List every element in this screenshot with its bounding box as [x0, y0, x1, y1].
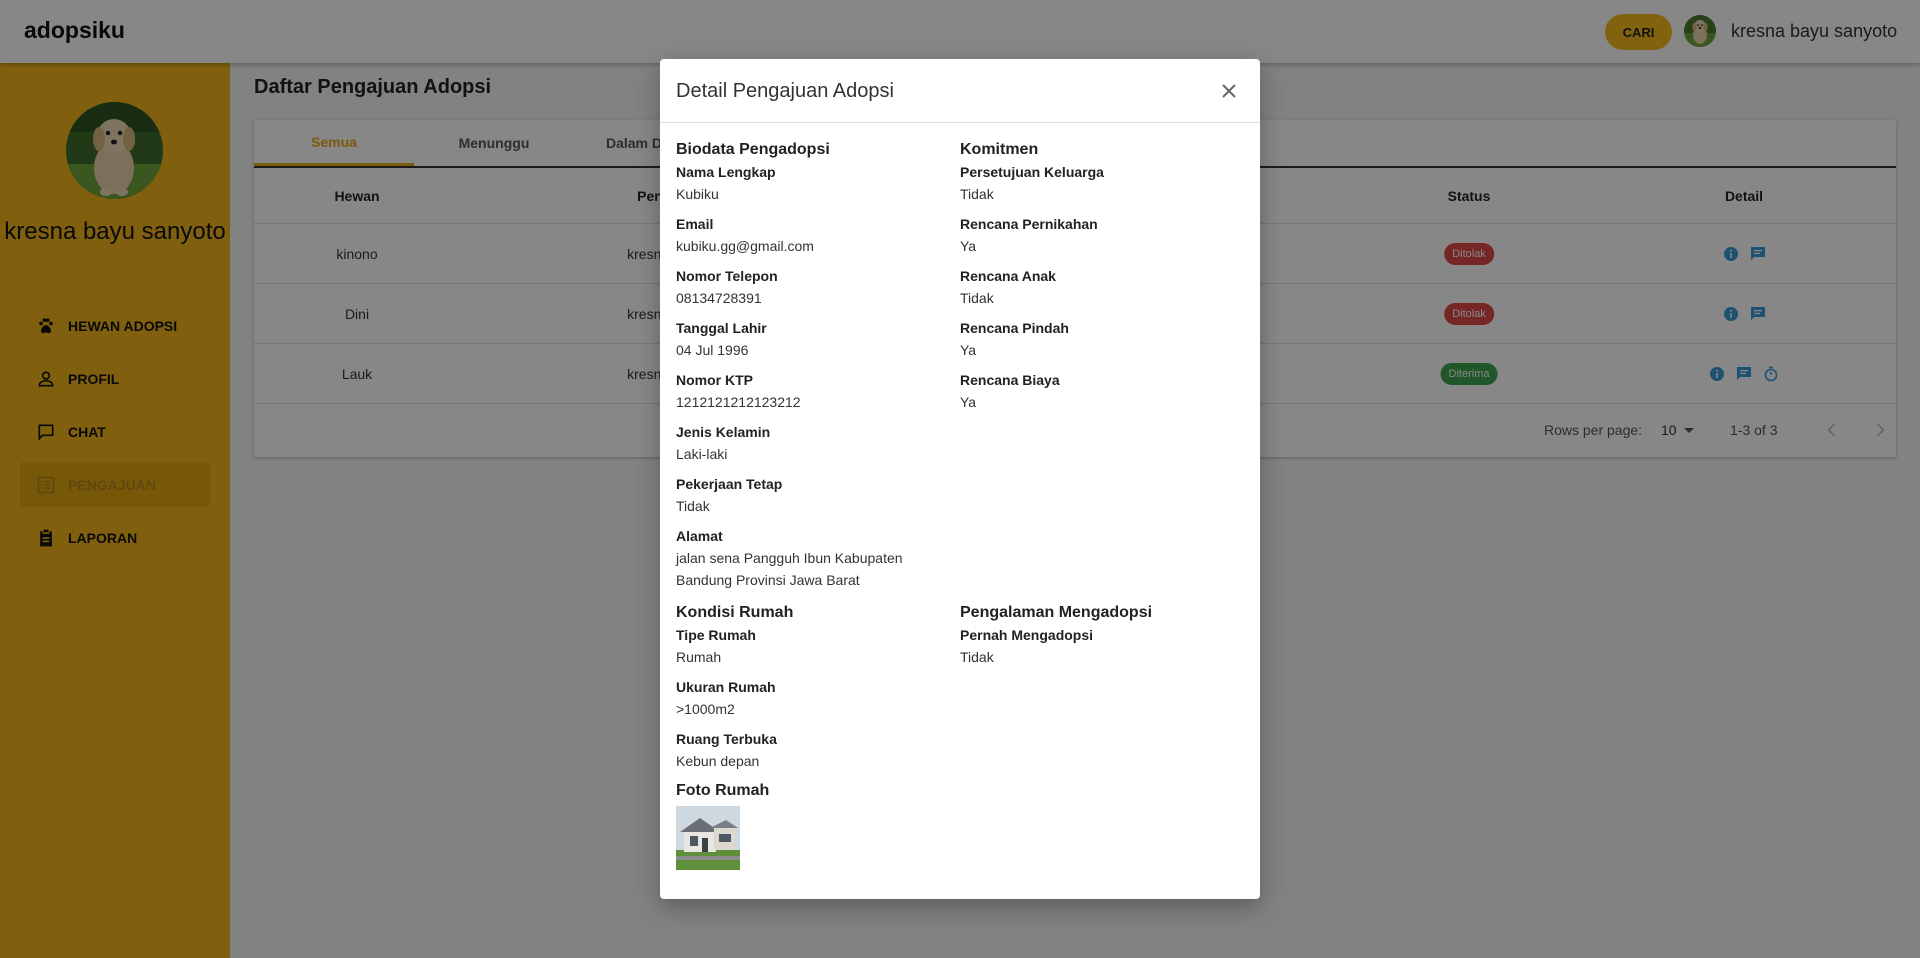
section-title-pengalaman: Pengalaman Mengadopsi	[960, 604, 1153, 621]
dialog-header: Detail Pengajuan Adopsi	[660, 59, 1260, 123]
field-label: Persetujuan Keluarga	[960, 164, 1104, 180]
close-icon[interactable]	[1217, 79, 1241, 103]
field-value: 1212121212123212	[676, 394, 801, 410]
field-label: Jenis Kelamin	[676, 424, 771, 440]
dialog-title: Detail Pengajuan Adopsi	[676, 80, 894, 102]
field-value: Ya	[960, 342, 977, 358]
kondisi-rumah-section: Kondisi Rumah Tipe Rumah Rumah Ukuran Ru…	[676, 602, 960, 870]
field-value: Tidak	[960, 649, 994, 665]
field-email: Email kubiku.gg@gmail.com	[676, 213, 960, 257]
field-alamat: Alamat jalan sena Pangguh Ibun Kabupaten…	[676, 525, 960, 591]
field-label: Ruang Terbuka	[676, 731, 777, 747]
section-title-kondisi: Kondisi Rumah	[676, 604, 794, 621]
house-photo-thumbnail[interactable]	[676, 806, 740, 870]
field-label: Nomor KTP	[676, 372, 753, 388]
field-rencana-pindah: Rencana Pindah Ya	[960, 317, 1244, 361]
field-value: Ya	[960, 394, 977, 410]
field-value: Tidak	[676, 498, 710, 514]
field-label: Rencana Pernikahan	[960, 216, 1098, 232]
field-pernah-mengadopsi: Pernah Mengadopsi Tidak	[960, 624, 1244, 668]
field-value: Tidak	[960, 290, 994, 306]
field-tipe-rumah: Tipe Rumah Rumah	[676, 624, 960, 668]
section-title-komitmen: Komitmen	[960, 141, 1039, 158]
biodata-section: Biodata Pengadopsi Nama Lengkap Kubiku E…	[676, 139, 960, 599]
field-rencana-anak: Rencana Anak Tidak	[960, 265, 1244, 309]
field-label: Alamat	[676, 528, 723, 544]
field-label: Rencana Pindah	[960, 320, 1069, 336]
field-jenis-kelamin: Jenis Kelamin Laki-laki	[676, 421, 960, 465]
field-label: Email	[676, 216, 714, 232]
pengalaman-section: Pengalaman Mengadopsi Pernah Mengadopsi …	[960, 602, 1244, 676]
field-rencana-biaya: Rencana Biaya Ya	[960, 369, 1244, 413]
field-tanggal-lahir: Tanggal Lahir 04 Jul 1996	[676, 317, 960, 361]
field-value: Kebun depan	[676, 753, 760, 769]
field-nama-lengkap: Nama Lengkap Kubiku	[676, 161, 960, 205]
field-ruang-terbuka: Ruang Terbuka Kebun depan	[676, 728, 960, 772]
field-value: Laki-laki	[676, 446, 728, 462]
field-value: jalan sena Pangguh Ibun Kabupaten Bandun…	[676, 550, 903, 588]
field-rencana-pernikahan: Rencana Pernikahan Ya	[960, 213, 1244, 257]
field-nomor-ktp: Nomor KTP 1212121212123212	[676, 369, 960, 413]
field-value: kubiku.gg@gmail.com	[676, 238, 814, 254]
field-ukuran-rumah: Ukuran Rumah >1000m2	[676, 676, 960, 720]
field-label: Nama Lengkap	[676, 164, 776, 180]
field-value: 08134728391	[676, 290, 762, 306]
field-label: Nomor Telepon	[676, 268, 778, 284]
section-title-foto-rumah: Foto Rumah	[676, 782, 770, 799]
field-persetujuan-keluarga: Persetujuan Keluarga Tidak	[960, 161, 1244, 205]
detail-dialog: Detail Pengajuan Adopsi Biodata Pengadop…	[660, 59, 1260, 899]
field-label: Tanggal Lahir	[676, 320, 767, 336]
field-label: Ukuran Rumah	[676, 679, 776, 695]
field-label: Pekerjaan Tetap	[676, 476, 783, 492]
field-label: Rencana Anak	[960, 268, 1056, 284]
field-pekerjaan-tetap: Pekerjaan Tetap Tidak	[676, 473, 960, 517]
komitmen-section: Komitmen Persetujuan Keluarga Tidak Renc…	[960, 139, 1244, 421]
field-label: Tipe Rumah	[676, 627, 756, 643]
field-value: Ya	[960, 238, 977, 254]
field-value: Rumah	[676, 649, 722, 665]
field-value: Tidak	[960, 186, 994, 202]
field-nomor-telepon: Nomor Telepon 08134728391	[676, 265, 960, 309]
field-value: 04 Jul 1996	[676, 342, 749, 358]
field-label: Pernah Mengadopsi	[960, 627, 1094, 643]
field-value: Kubiku	[676, 186, 719, 202]
field-value: >1000m2	[676, 701, 735, 717]
field-label: Rencana Biaya	[960, 372, 1060, 388]
section-title-biodata: Biodata Pengadopsi	[676, 141, 830, 158]
